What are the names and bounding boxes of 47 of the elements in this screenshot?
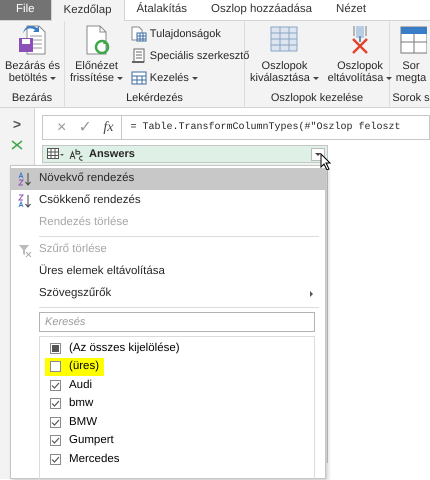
- ribbon-tab[interactable]: Kezdőlap: [50, 0, 124, 21]
- value-option[interactable]: BMW: [45, 413, 102, 432]
- text-type-icon: [69, 148, 85, 160]
- value-option[interactable]: (Az összes kijelölése): [45, 339, 185, 358]
- caret-icon: [315, 152, 321, 156]
- group-label: Lekérdezés: [125, 91, 184, 106]
- ribbon-tab[interactable]: Átalakítás: [124, 0, 199, 20]
- table-menu-icon: [47, 148, 65, 160]
- sort-descending-icon: [18, 194, 32, 208]
- menu-item[interactable]: Szövegszűrők: [11, 283, 325, 305]
- value-option[interactable]: Gumpert: [45, 432, 119, 450]
- fx-label[interactable]: fx: [103, 117, 114, 138]
- value-option[interactable]: bmw: [45, 394, 98, 413]
- formula-text[interactable]: = Table.TransformColumnTypes(#"Oszlop feloszt: [122, 116, 400, 139]
- value-option[interactable]: (üres): [45, 358, 104, 376]
- column-header[interactable]: Answers: [42, 145, 328, 163]
- clear-filter-icon: [18, 242, 32, 258]
- sort-ascending-icon: [18, 172, 32, 186]
- value-option[interactable]: Audi: [45, 376, 98, 394]
- ribbon-button[interactable]: Speciális szerkesztő: [128, 47, 252, 65]
- checkbox[interactable]: [50, 416, 61, 428]
- ribbon-button[interactable]: Bezárás és betöltés: [2, 23, 64, 91]
- checkbox[interactable]: [50, 398, 61, 410]
- ribbon-button[interactable]: Előnézet frissítése: [67, 23, 126, 91]
- menu-item[interactable]: Növekvő rendezés: [11, 168, 325, 190]
- ribbon-tab[interactable]: Nézet: [324, 0, 378, 20]
- menu-item[interactable]: Üres elemek eltávolítása: [11, 261, 325, 283]
- checkbox[interactable]: [50, 435, 61, 446]
- file-tab[interactable]: File: [0, 0, 51, 20]
- properties-icon: [130, 26, 147, 42]
- editor-icon: [130, 48, 147, 64]
- value-option[interactable]: Mercedes: [45, 450, 124, 468]
- ribbon-tab[interactable]: Oszlop hozzáadása: [199, 0, 324, 20]
- menu-item[interactable]: Csökkenő rendezés: [11, 190, 325, 212]
- group-label: Oszlopok kezelése: [270, 91, 364, 106]
- checkbox[interactable]: [50, 454, 61, 465]
- group-label: Sorok s: [392, 91, 430, 106]
- search-field[interactable]: Keresés: [39, 312, 315, 332]
- expand-button[interactable]: >: [8, 114, 26, 134]
- checkbox[interactable]: [50, 380, 61, 391]
- column-name: Answers: [89, 146, 135, 162]
- checkbox[interactable]: [50, 342, 61, 354]
- ribbon-button[interactable]: Tulajdonságok: [128, 25, 252, 43]
- ribbon-button[interactable]: Kezelés: [128, 69, 252, 87]
- checkbox[interactable]: [50, 361, 61, 372]
- group-label: Bezárás: [10, 91, 54, 106]
- table-icon: [130, 70, 147, 86]
